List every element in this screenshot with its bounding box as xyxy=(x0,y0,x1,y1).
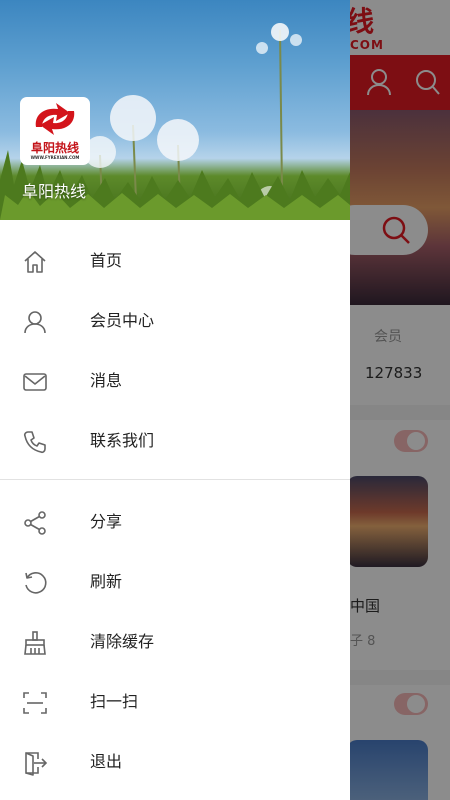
menu-label: 退出 xyxy=(90,752,123,771)
user-icon xyxy=(22,309,48,335)
logo-mark-icon xyxy=(35,103,75,135)
menu-item-clear-cache[interactable]: 清除缓存 xyxy=(0,612,350,672)
menu-label: 刷新 xyxy=(90,572,123,591)
logo-text: 阜阳热线 xyxy=(30,141,79,155)
share-icon xyxy=(22,510,48,536)
scan-icon xyxy=(22,690,48,716)
menu-divider xyxy=(0,479,350,480)
menu-item-home[interactable]: 首页 xyxy=(0,231,350,291)
menu-item-exit[interactable]: 退出 xyxy=(0,732,350,792)
exit-icon xyxy=(22,750,48,776)
drawer-header: 阜阳热线 WWW.FYREXIAN.COM 阜阳热线 xyxy=(0,0,350,220)
menu-item-contact-us[interactable]: 联系我们 xyxy=(0,411,350,471)
broom-icon xyxy=(22,630,48,656)
menu-label: 消息 xyxy=(90,371,123,390)
menu-label: 首页 xyxy=(90,251,123,270)
menu-item-messages[interactable]: 消息 xyxy=(0,351,350,411)
menu-item-refresh[interactable]: 刷新 xyxy=(0,552,350,612)
menu-label: 扫一扫 xyxy=(90,692,139,711)
logo-url: WWW.FYREXIAN.COM xyxy=(30,155,80,160)
menu-item-member-center[interactable]: 会员中心 xyxy=(0,291,350,351)
home-icon xyxy=(22,249,48,275)
menu-item-scan[interactable]: 扫一扫 xyxy=(0,672,350,732)
menu-label: 会员中心 xyxy=(90,311,155,330)
menu-label: 联系我们 xyxy=(90,431,155,450)
menu-label: 分享 xyxy=(90,512,123,531)
app-logo: 阜阳热线 WWW.FYREXIAN.COM xyxy=(20,97,90,165)
phone-icon xyxy=(22,429,48,455)
app-name: 阜阳热线 xyxy=(22,182,87,201)
menu-label: 清除缓存 xyxy=(90,632,155,651)
mail-icon xyxy=(22,369,48,395)
refresh-icon xyxy=(22,570,48,596)
menu-item-share[interactable]: 分享 xyxy=(0,492,350,552)
navigation-drawer: 阜阳热线 WWW.FYREXIAN.COM 阜阳热线 首页 会员中心 消息 联系… xyxy=(0,0,350,800)
